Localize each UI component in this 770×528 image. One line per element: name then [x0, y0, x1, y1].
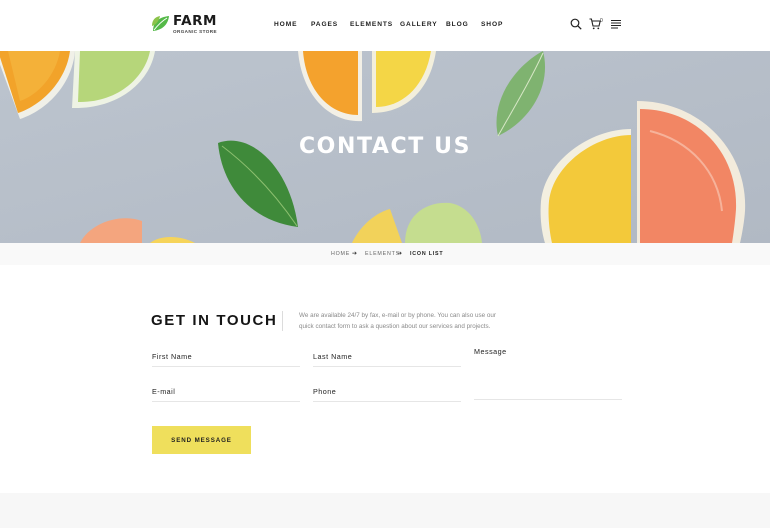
arrow-right-icon: ➔ — [352, 251, 358, 257]
hero-banner: CONTACT US — [0, 51, 770, 243]
nav-blog[interactable]: BLOG — [446, 21, 469, 28]
menu-icon[interactable] — [611, 19, 621, 29]
contact-title: GET IN TOUCH — [151, 312, 278, 329]
breadcrumb-home[interactable]: HOME — [331, 251, 350, 257]
send-message-button[interactable]: SEND MESSAGE — [152, 426, 251, 454]
breadcrumb: HOME ➔ ELEMENTS ➔ ICON LIST — [0, 243, 770, 265]
site-header: FARM ORGANIC STORE HOME PAGES ELEMENTS G… — [0, 0, 770, 51]
cart-count: 0 — [600, 18, 603, 24]
phone-input[interactable] — [313, 382, 461, 400]
last-name-input[interactable] — [313, 347, 461, 365]
breadcrumb-current: ICON LIST — [410, 251, 444, 257]
search-icon[interactable] — [570, 18, 582, 30]
email-input[interactable] — [152, 382, 300, 400]
hero-title: CONTACT US — [298, 134, 472, 159]
first-name-field — [152, 347, 300, 367]
message-input[interactable] — [474, 347, 622, 397]
contact-description: We are available 24/7 by fax, e-mail or … — [299, 312, 496, 330]
email-field — [152, 382, 300, 402]
last-name-field — [313, 347, 461, 367]
nav-gallery[interactable]: GALLERY — [400, 21, 438, 28]
arrow-right-icon: ➔ — [397, 251, 403, 257]
nav-shop[interactable]: SHOP — [481, 21, 503, 28]
breadcrumb-elements[interactable]: ELEMENTS — [365, 251, 400, 257]
title-divider — [282, 311, 283, 331]
footer-band — [0, 493, 770, 528]
main-nav: HOME PAGES ELEMENTS GALLERY BLOG SHOP — [0, 21, 770, 31]
nav-elements[interactable]: ELEMENTS — [350, 21, 393, 28]
nav-home[interactable]: HOME — [274, 21, 297, 28]
message-field — [474, 347, 622, 400]
first-name-input[interactable] — [152, 347, 300, 365]
nav-pages[interactable]: PAGES — [311, 21, 338, 28]
phone-field — [313, 382, 461, 402]
